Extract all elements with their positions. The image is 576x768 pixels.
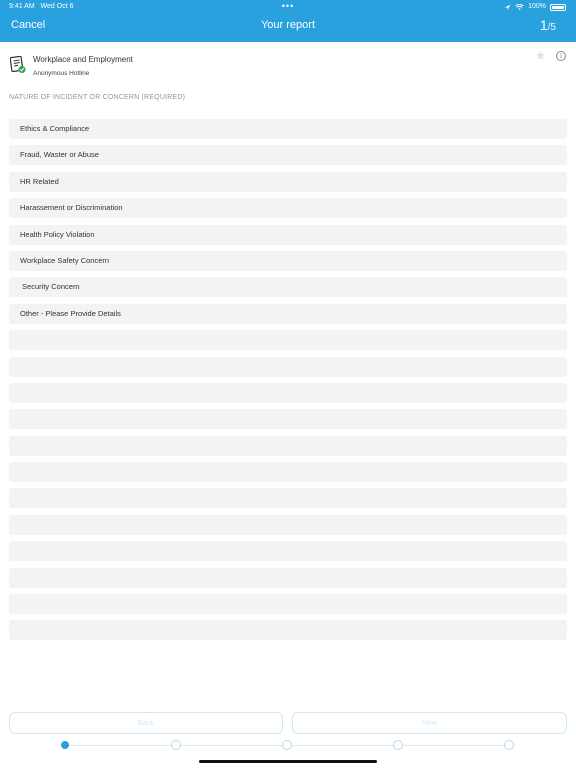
progress-step-2 [171, 740, 181, 750]
progress-step-1 [61, 741, 69, 749]
status-right: 100% [504, 0, 566, 14]
option-harassment[interactable]: Harassement or Discrimination [9, 198, 567, 219]
location-icon [504, 4, 511, 10]
empty-option-row [9, 620, 567, 641]
report-header: Workplace and Employment Anonymous Hotli… [0, 42, 576, 86]
next-button[interactable]: Next [292, 712, 567, 734]
wifi-icon [515, 3, 524, 10]
cancel-button[interactable]: Cancel [11, 19, 45, 31]
battery-icon [550, 3, 566, 11]
home-indicator[interactable] [199, 760, 377, 763]
info-icon[interactable]: i [556, 51, 566, 61]
multitask-dots-icon[interactable]: ••• [282, 0, 294, 12]
option-security[interactable]: Security Concern [9, 277, 567, 298]
empty-option-row [9, 594, 567, 615]
back-button[interactable]: Back [9, 712, 283, 734]
star-icon[interactable] [535, 50, 546, 61]
top-bar: 9:41 AM Wed Oct 6 ••• 100% Cancel Your r… [0, 0, 576, 42]
empty-option-row [9, 514, 567, 535]
status-bar: 9:41 AM Wed Oct 6 ••• 100% [0, 0, 576, 14]
option-workplace-safety[interactable]: Workplace Safety Concern [9, 250, 567, 271]
option-ethics-compliance[interactable]: Ethics & Compliance [9, 119, 567, 139]
category-name: Workplace and Employment [33, 55, 133, 64]
nav-bar: Cancel Your report 1/5 [0, 14, 576, 42]
empty-option-row [9, 435, 567, 456]
report-document-icon [10, 56, 26, 74]
section-label: NATURE OF INCIDENT OR CONCERN (REQUIRED) [9, 94, 186, 101]
option-health-policy[interactable]: Health Policy Violation [9, 224, 567, 245]
empty-option-row [9, 567, 567, 588]
progress-step-3 [282, 740, 292, 750]
empty-option-row [9, 409, 567, 430]
progress-step-5 [504, 740, 514, 750]
empty-option-row [9, 356, 567, 377]
empty-option-row [9, 330, 567, 351]
empty-option-row [9, 462, 567, 483]
battery-percent: 100% [528, 3, 546, 10]
option-hr-related[interactable]: HR Related [9, 171, 567, 192]
status-time: 9:41 AM Wed Oct 6 [9, 3, 74, 10]
option-fraud[interactable]: Fraud, Waster or Abuse [9, 145, 567, 166]
step-indicator: 1/5 [539, 17, 556, 33]
empty-option-row [9, 541, 567, 562]
page-title: Your report [260, 19, 316, 31]
empty-option-row [9, 488, 567, 509]
progress-step-4 [393, 740, 403, 750]
category-subtitle: Anonymous Hotline [33, 70, 90, 77]
empty-option-row [9, 382, 567, 403]
option-other[interactable]: Other - Please Provide Details [9, 303, 567, 324]
incident-options-list: Ethics & Compliance Fraud, Waster or Abu… [9, 119, 567, 647]
